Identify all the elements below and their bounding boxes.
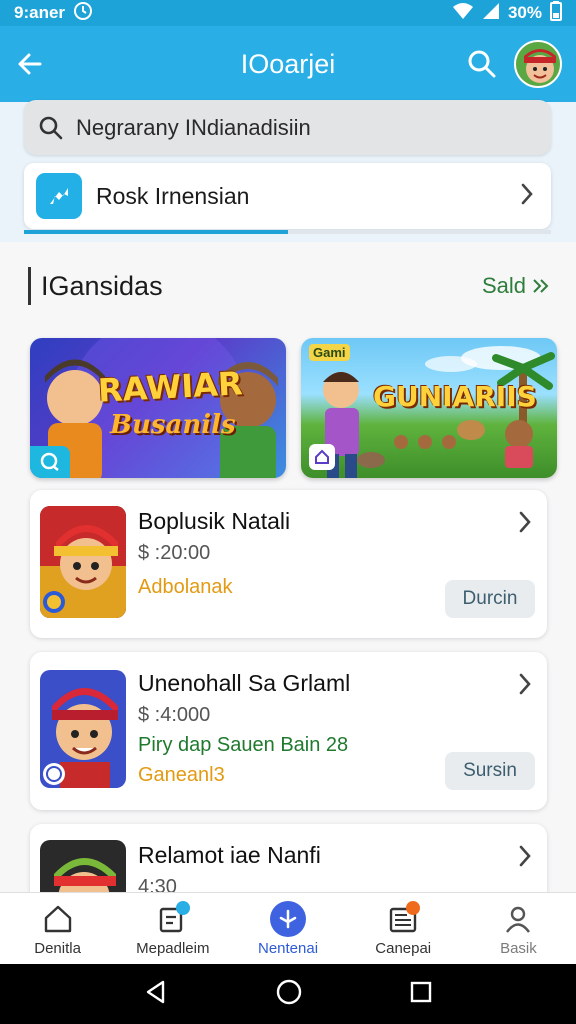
game-1-action-button[interactable]: Durcin <box>445 580 535 618</box>
signal-icon <box>482 2 500 25</box>
promo-progress-bar <box>24 230 551 234</box>
nav-item-explore[interactable]: Nentenai <box>230 893 345 964</box>
game-1-category: Adbolanak <box>138 576 233 598</box>
nav-item-profile[interactable]: Basik <box>461 893 576 964</box>
banner-2-title: GUNIARIIS <box>373 380 537 413</box>
avatar[interactable] <box>514 40 562 88</box>
game-1-artwork <box>40 506 126 618</box>
battery-icon <box>550 0 562 26</box>
search-icon <box>38 115 64 141</box>
promo-card[interactable]: Rosk Irnensian <box>24 163 551 229</box>
message-icon <box>154 900 192 937</box>
app-bar: IOoarjei <box>0 26 576 102</box>
message-badge <box>175 900 190 915</box>
search-button[interactable] <box>464 46 500 82</box>
nav-item-news[interactable]: Canepai <box>346 893 461 964</box>
banner-2-badge <box>309 444 335 470</box>
home-circle-icon[interactable] <box>275 978 303 1011</box>
game-2-thumbnail <box>40 670 126 788</box>
user-avatar-icon <box>516 42 560 86</box>
game-1-price: $ :20:00 <box>138 542 211 564</box>
see-all-label: Sald <box>481 273 526 298</box>
double-chevron-right-icon <box>533 279 549 293</box>
bottom-navigation: Denitla Mepadleim Nentenai Canepai Basik <box>0 892 576 964</box>
section-divider <box>28 267 31 305</box>
chevron-right-icon[interactable] <box>517 510 533 539</box>
notification-badge <box>406 900 421 915</box>
nav-item-messages[interactable]: Mepadleim <box>115 893 230 964</box>
promo-app-icon <box>36 173 82 219</box>
game-3-title: Relamot iae Nanfi <box>138 842 321 868</box>
nav-label-messages: Mepadleim <box>136 939 210 957</box>
newspaper-icon <box>384 900 422 937</box>
status-time: 9:aner <box>14 3 66 22</box>
promo-progress-fill <box>24 230 288 234</box>
chevron-right-icon[interactable] <box>517 844 533 873</box>
nav-active-indicator <box>270 900 306 937</box>
nav-label-explore: Nentenai <box>257 939 319 957</box>
game-2-category: Ganeanl3 <box>138 764 225 786</box>
chevron-right-icon <box>519 182 535 211</box>
home-icon <box>315 449 329 464</box>
explore-icon <box>269 900 307 937</box>
featured-banner-2[interactable]: Gami GUNIARIIS <box>301 338 557 478</box>
game-card-1[interactable]: Boplusik Natali $ :20:00 Adbolanak Durci… <box>30 490 547 638</box>
back-button[interactable] <box>14 48 46 80</box>
banner-1-title: RAWIAR <box>97 364 244 410</box>
banner-1-subtitle: Busanils <box>110 410 236 440</box>
section-title: IGansidas <box>41 270 163 301</box>
banner-2-tag: Gami <box>309 344 350 361</box>
game-2-action-button[interactable]: Sursin <box>445 752 535 790</box>
search-input[interactable] <box>76 114 537 141</box>
featured-banner-1[interactable]: RAWIAR Busanils <box>30 338 286 478</box>
arrow-up-right-icon <box>50 188 68 204</box>
promo-label: Rosk Irnensian <box>96 182 250 209</box>
wifi-icon <box>452 2 474 25</box>
back-triangle-icon[interactable] <box>143 979 169 1010</box>
game-2-title: Unenohall Sa Grlaml <box>138 670 351 696</box>
search-icon <box>468 50 496 78</box>
status-bar: 9:aner 30% <box>0 0 576 26</box>
game-card-2[interactable]: Unenohall Sa Grlaml $ :4:000 Piry dap Sa… <box>30 652 547 810</box>
search-bar[interactable] <box>24 100 551 155</box>
nav-item-home[interactable]: Denitla <box>0 893 115 964</box>
section-header: IGansidas Sald <box>28 266 550 306</box>
user-icon <box>499 901 537 937</box>
nav-label-news: Canepai <box>375 939 432 957</box>
game-2-price: $ :4:000 <box>138 704 211 726</box>
clock-icon <box>73 1 93 26</box>
game-2-offer: Piry dap Sauen Bain 28 <box>138 734 349 756</box>
arrow-left-icon <box>18 53 42 75</box>
game-2-artwork <box>40 670 126 788</box>
see-all-link[interactable]: Sald <box>482 273 550 299</box>
chevron-right-icon[interactable] <box>517 672 533 701</box>
nav-label-profile: Basik <box>500 939 537 957</box>
game-1-thumbnail <box>40 506 126 618</box>
recents-square-icon[interactable] <box>409 980 433 1009</box>
nav-label-home: Denitla <box>34 939 81 957</box>
banner-1-badge <box>30 446 70 478</box>
system-navigation-bar <box>0 964 576 1024</box>
game-1-title: Boplusik Natali <box>138 508 291 534</box>
search-icon <box>40 452 59 471</box>
battery-level: 30% <box>507 3 542 22</box>
home-icon <box>39 901 77 937</box>
